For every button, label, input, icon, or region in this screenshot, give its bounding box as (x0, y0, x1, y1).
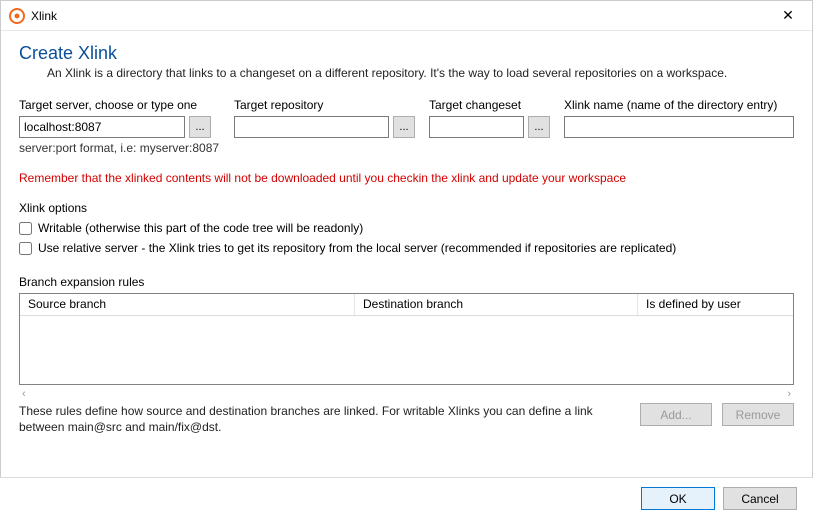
target-server-browse-button[interactable]: ... (189, 116, 211, 138)
server-format-hint: server:port format, i.e: myserver:8087 (19, 141, 224, 155)
remove-rule-button[interactable]: Remove (722, 403, 794, 426)
fields-row: Target server, choose or type one ... se… (19, 98, 794, 155)
xlink-name-label: Xlink name (name of the directory entry) (564, 98, 794, 112)
relative-server-label: Use relative server - the Xlink tries to… (38, 241, 676, 255)
titlebar: Xlink ✕ (1, 1, 812, 31)
target-changeset-browse-button[interactable]: ... (528, 116, 550, 138)
dialog-footer: OK Cancel (0, 477, 813, 519)
writable-checkbox[interactable] (19, 222, 32, 235)
close-icon: ✕ (782, 7, 794, 24)
target-repository-label: Target repository (234, 98, 419, 112)
branch-rules-title: Branch expansion rules (19, 275, 794, 289)
page-subtitle: An Xlink is a directory that links to a … (47, 66, 794, 80)
target-server-input[interactable] (19, 116, 185, 138)
xlink-options-title: Xlink options (19, 201, 794, 215)
col-destination-branch[interactable]: Destination branch (355, 294, 638, 315)
target-repository-input[interactable] (234, 116, 389, 138)
col-defined-by-user[interactable]: Is defined by user (638, 294, 793, 315)
ok-button[interactable]: OK (641, 487, 715, 510)
add-rule-button[interactable]: Add... (640, 403, 712, 426)
rules-footer: These rules define how source and destin… (19, 403, 794, 435)
writable-option[interactable]: Writable (otherwise this part of the cod… (19, 221, 794, 235)
relative-server-option[interactable]: Use relative server - the Xlink tries to… (19, 241, 794, 255)
target-changeset-label: Target changeset (429, 98, 554, 112)
page-title: Create Xlink (19, 43, 794, 64)
target-server-label: Target server, choose or type one (19, 98, 224, 112)
target-changeset-group: Target changeset ... (429, 98, 554, 138)
rules-description: These rules define how source and destin… (19, 403, 630, 435)
warning-text: Remember that the xlinked contents will … (19, 171, 794, 185)
cancel-button[interactable]: Cancel (723, 487, 797, 510)
window-title: Xlink (31, 9, 57, 23)
target-repository-group: Target repository ... (234, 98, 419, 138)
branch-rules-table: Source branch Destination branch Is defi… (19, 293, 794, 385)
chevron-right-icon[interactable]: › (787, 388, 791, 400)
app-icon (9, 8, 25, 24)
dialog-content: Create Xlink An Xlink is a directory tha… (1, 31, 812, 435)
relative-server-checkbox[interactable] (19, 242, 32, 255)
table-header: Source branch Destination branch Is defi… (20, 294, 793, 316)
target-server-group: Target server, choose or type one ... se… (19, 98, 224, 155)
xlink-name-input[interactable] (564, 116, 794, 138)
xlink-name-group: Xlink name (name of the directory entry) (564, 98, 794, 138)
chevron-left-icon[interactable]: ‹ (22, 388, 26, 400)
writable-label: Writable (otherwise this part of the cod… (38, 221, 363, 235)
target-changeset-input[interactable] (429, 116, 524, 138)
scroll-hints: ‹ › (20, 388, 793, 400)
close-button[interactable]: ✕ (768, 2, 808, 30)
col-source-branch[interactable]: Source branch (20, 294, 355, 315)
target-repository-browse-button[interactable]: ... (393, 116, 415, 138)
